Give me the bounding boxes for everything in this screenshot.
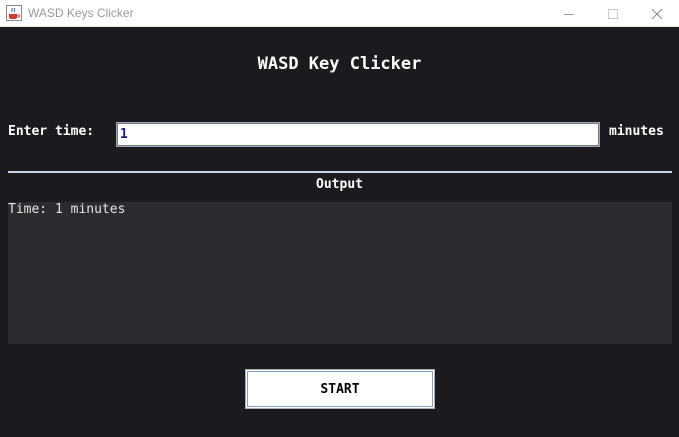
app-window: WASD Keys Clicker WASD Key Clicker Enter… [0, 0, 679, 437]
output-text-area[interactable]: Time: 1 minutes [8, 202, 672, 344]
window-title: WASD Keys Clicker [28, 6, 134, 20]
close-button[interactable] [634, 0, 679, 26]
java-cup-icon [6, 5, 22, 21]
minimize-button[interactable] [546, 0, 592, 26]
minutes-unit-label: minutes [609, 124, 664, 139]
title-bar[interactable]: WASD Keys Clicker [0, 0, 679, 27]
start-button[interactable]: START [245, 369, 435, 409]
minimize-icon [564, 4, 574, 23]
app-heading: WASD Key Clicker [257, 54, 422, 74]
time-input[interactable] [116, 122, 600, 147]
maximize-icon [608, 4, 618, 23]
separator [8, 171, 672, 173]
maximize-button[interactable] [590, 0, 636, 26]
time-label: Enter time: [8, 124, 95, 139]
close-icon [651, 4, 663, 23]
output-label: Output [316, 177, 363, 192]
